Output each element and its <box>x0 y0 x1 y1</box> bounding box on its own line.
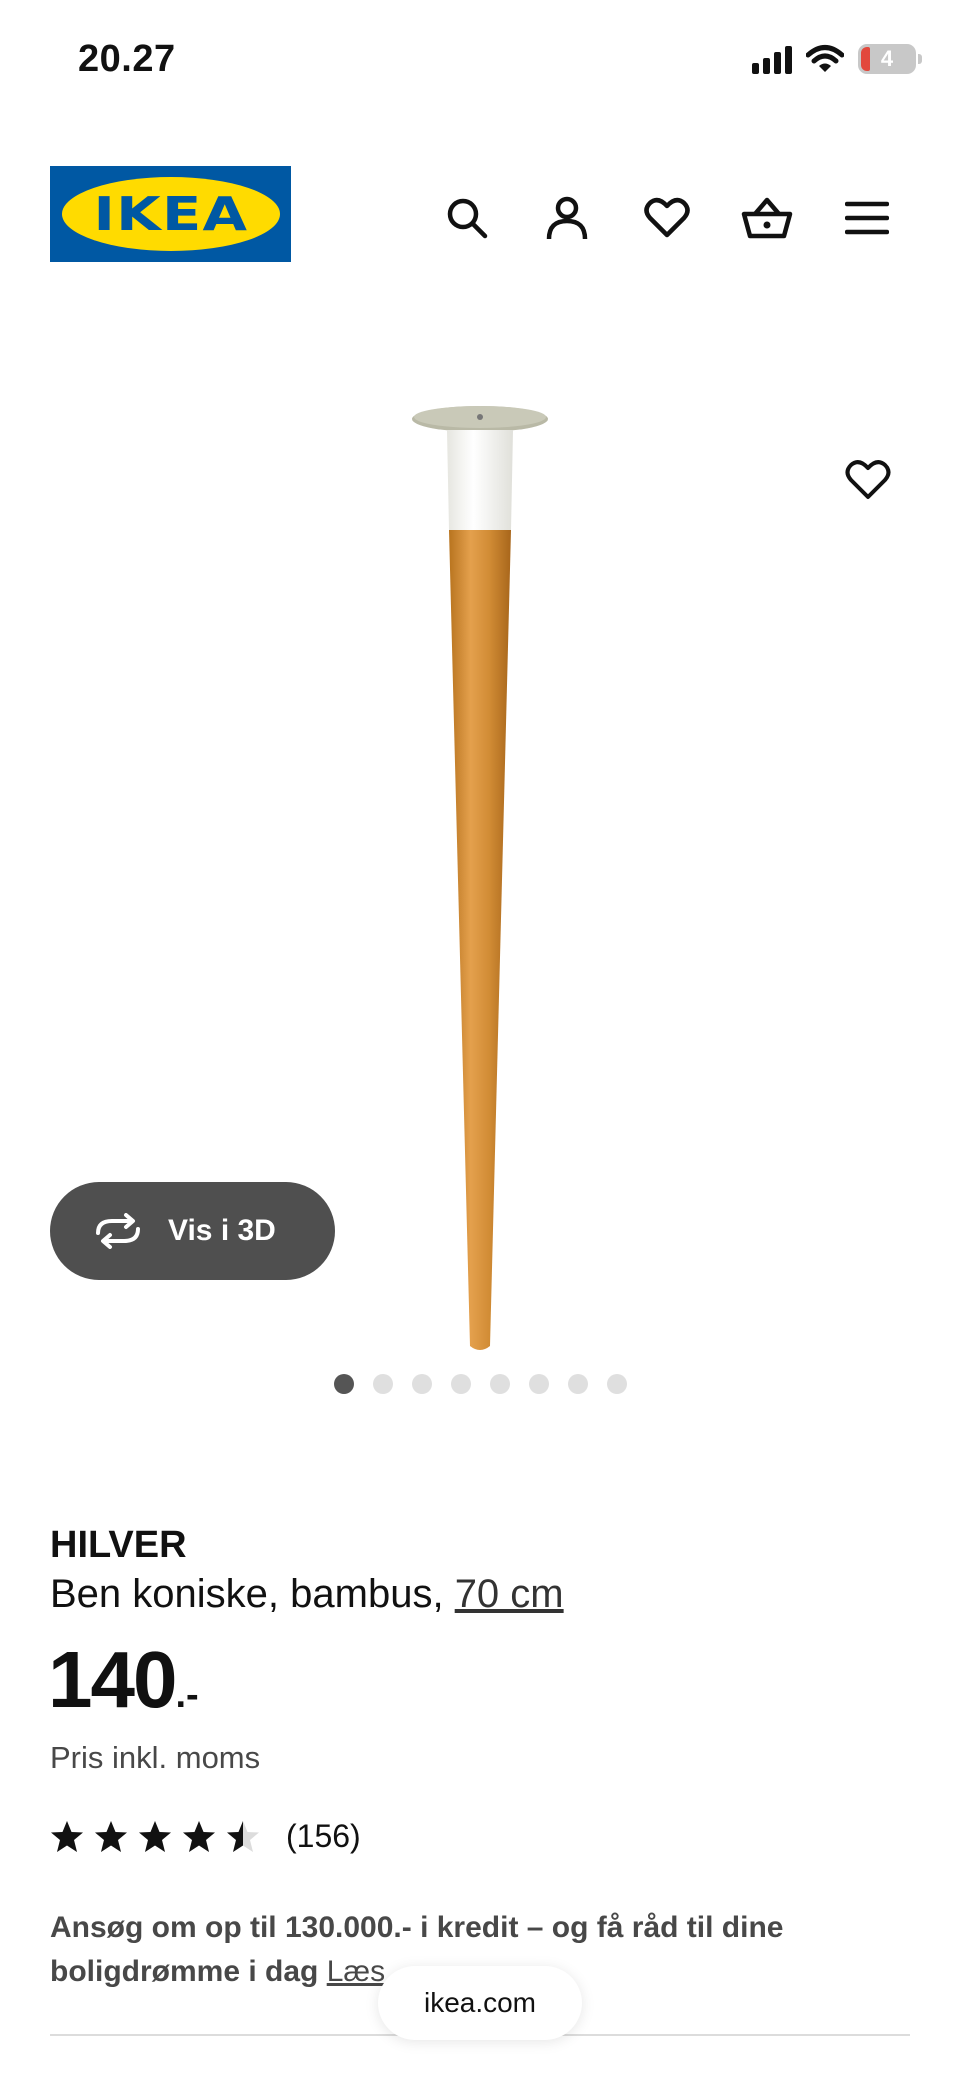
battery-level: 4 <box>880 46 894 71</box>
site-header: IKEA <box>0 150 960 280</box>
wishlist-button[interactable] <box>637 188 697 248</box>
read-more-link[interactable]: Læs <box>327 1955 385 1988</box>
search-icon <box>447 198 488 239</box>
carousel-dot[interactable] <box>333 1374 354 1394</box>
view-3d-label: Vis i 3D <box>168 1214 276 1247</box>
price-value: 140 <box>48 1635 177 1724</box>
carousel-dot[interactable] <box>411 1374 432 1394</box>
heart-icon <box>845 460 891 499</box>
carousel-dot[interactable] <box>528 1374 549 1394</box>
heart-icon <box>644 197 690 238</box>
carousel-dot[interactable] <box>489 1374 510 1394</box>
carousel-dot[interactable] <box>372 1374 393 1394</box>
price-note: Pris inkl. moms <box>50 1740 261 1775</box>
menu-icon <box>845 201 889 235</box>
browser-url: ikea.com <box>423 1987 537 2018</box>
status-icons: 4 <box>752 44 922 74</box>
product-description: Ben koniske, bambus, 70 cm <box>50 1572 564 1617</box>
description-text: Ben koniske, bambus, <box>50 1572 444 1616</box>
status-bar: 20.27 4 <box>0 0 960 120</box>
review-count: (156) <box>286 1818 361 1854</box>
star-icon <box>51 1820 83 1852</box>
basket-button[interactable] <box>737 188 797 248</box>
carousel-dot[interactable] <box>606 1374 627 1394</box>
search-button[interactable] <box>437 188 497 248</box>
rating-stars <box>50 1820 260 1854</box>
browser-url-bar[interactable]: ikea.com <box>378 1966 582 2040</box>
carousel-dot[interactable] <box>567 1374 588 1394</box>
wifi-icon <box>806 45 844 72</box>
header-actions <box>437 188 897 248</box>
view-3d-button[interactable]: Vis i 3D <box>50 1182 335 1280</box>
logo-oval: IKEA <box>61 177 280 251</box>
battery-icon: 4 <box>858 44 922 74</box>
status-time: 20.27 <box>78 38 176 80</box>
signal-icon <box>752 44 792 74</box>
star-icon <box>95 1820 127 1852</box>
logo-text: IKEA <box>93 187 248 241</box>
star-icon <box>139 1820 171 1852</box>
product-price: 140 .- <box>48 1640 199 1720</box>
account-button[interactable] <box>537 188 597 248</box>
price-suffix: .- <box>175 1674 199 1716</box>
product-name: HILVER <box>50 1524 187 1566</box>
favorite-button[interactable] <box>828 440 908 520</box>
product-rating[interactable]: (156) <box>50 1818 361 1855</box>
account-icon <box>546 196 588 240</box>
menu-button[interactable] <box>837 188 897 248</box>
ikea-logo[interactable]: IKEA <box>50 166 291 262</box>
carousel-dot[interactable] <box>450 1374 471 1394</box>
star-icon <box>227 1820 259 1852</box>
star-icon <box>183 1820 215 1852</box>
size-link[interactable]: 70 cm <box>455 1572 564 1616</box>
carousel-dots <box>0 1374 960 1394</box>
product-image <box>412 406 548 1350</box>
rotate-3d-icon <box>96 1213 140 1249</box>
basket-icon <box>741 197 793 239</box>
